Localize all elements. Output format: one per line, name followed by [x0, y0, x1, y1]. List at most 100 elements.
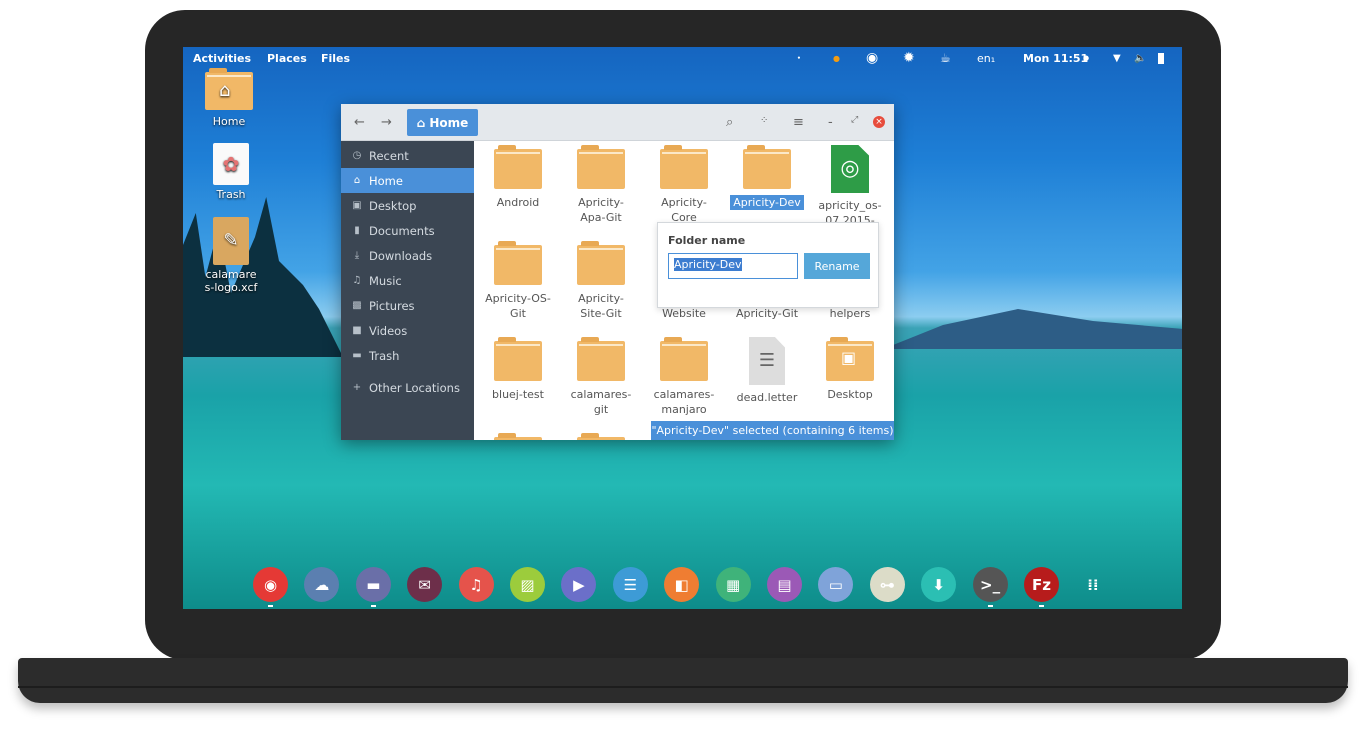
- desktop-screen: Activities Places Files • ● ◉ ✹ ☕ en₁ Mo…: [183, 47, 1182, 609]
- sidebar-label: Videos: [369, 323, 408, 338]
- file-item[interactable]: Apricity-OS- Git: [476, 237, 560, 321]
- activities-button[interactable]: Activities: [193, 52, 251, 65]
- indicator-dot-icon[interactable]: •: [797, 55, 801, 62]
- close-icon[interactable]: ×: [873, 116, 885, 128]
- sidebar-label: Trash: [369, 348, 400, 363]
- file-item[interactable]: Apricity-Dev: [725, 141, 809, 210]
- dock-writer-icon[interactable]: ☰: [612, 567, 648, 602]
- sidebar-item-other-locations[interactable]: + Other Locations: [341, 375, 474, 400]
- wifi-icon[interactable]: ▼: [1113, 53, 1121, 64]
- sidebar-item-videos[interactable]: ■ Videos: [341, 318, 474, 343]
- keyboard-layout[interactable]: en₁: [977, 52, 995, 65]
- desktop-folder-icon: ▣: [826, 337, 874, 381]
- folder-icon: [494, 145, 542, 189]
- folder-icon: [743, 145, 791, 189]
- battery-icon[interactable]: [1158, 53, 1164, 64]
- file-item[interactable]: Apricity- Apa-Git: [559, 141, 643, 225]
- running-indicator: [1039, 605, 1044, 607]
- file-item[interactable]: Android: [476, 141, 560, 210]
- folder-icon: [660, 145, 708, 189]
- folder-name-value: Apricity-Dev: [674, 258, 742, 271]
- file-item[interactable]: calamares-git: [559, 333, 643, 417]
- wallpaper-mountains: [883, 309, 1182, 349]
- location-home-button[interactable]: ⌂ Home: [407, 109, 478, 136]
- sidebar-item-downloads[interactable]: ⤓ Downloads: [341, 243, 474, 268]
- circle-indicator-icon[interactable]: ◉: [866, 50, 878, 66]
- file-label: calamares-: [653, 388, 715, 401]
- dock-calc-icon[interactable]: ▦: [715, 567, 751, 602]
- file-manager-window: ← → ⌂ Home ⌕ ⁘ ≡ - ⤢ × ◷ Recent ⌂ Home ▣ Des…: [341, 104, 894, 440]
- file-item[interactable]: ▣ Desktop: [808, 333, 892, 402]
- file-label: Apricity-: [578, 292, 624, 305]
- sidebar-item-home[interactable]: ⌂ Home: [341, 168, 474, 193]
- file-item[interactable]: calamares-manjaro: [642, 333, 726, 417]
- sidebar-item-recent[interactable]: ◷ Recent: [341, 143, 474, 168]
- file-item[interactable]: [559, 429, 643, 440]
- music-icon: ♫: [352, 275, 362, 286]
- dock-software-updater-icon[interactable]: ⬇: [921, 567, 957, 602]
- dock-chrome-icon[interactable]: ◉: [253, 567, 288, 607]
- file-item[interactable]: ◎ apricity_os- 07.2015-: [808, 141, 892, 228]
- cup-icon[interactable]: ☕: [940, 51, 951, 65]
- desktop-icon-label: Home: [212, 115, 246, 128]
- dock-mail-icon[interactable]: ✉: [407, 567, 443, 602]
- dock-terminal-icon[interactable]: >_: [972, 567, 1008, 607]
- dock-virtualbox-icon[interactable]: ▭: [818, 567, 854, 602]
- folder-name-label: Folder name: [668, 234, 746, 247]
- desktop-icon-trash[interactable]: ✿ Trash: [196, 143, 266, 201]
- file-item[interactable]: Apricity- Core: [642, 141, 726, 225]
- back-icon[interactable]: ←: [354, 115, 365, 130]
- desktop-icon-label: calamares-logo.xcf: [204, 268, 258, 294]
- files-menu[interactable]: Files: [321, 52, 350, 65]
- dock-cloud-icon[interactable]: ☁: [304, 567, 340, 602]
- file-item[interactable]: bluej-test: [476, 333, 560, 402]
- maximize-icon[interactable]: ⤢: [851, 115, 858, 125]
- sidebar-item-desktop[interactable]: ▣ Desktop: [341, 193, 474, 218]
- file-label: Desktop: [827, 388, 873, 401]
- dock-music-icon[interactable]: ♫: [458, 567, 494, 602]
- location-label: Home: [429, 115, 469, 130]
- places-menu[interactable]: Places: [267, 52, 307, 65]
- rename-button[interactable]: Rename: [804, 253, 870, 279]
- desktop-icon-home[interactable]: ⌂ Home: [194, 68, 264, 128]
- brightness-icon[interactable]: ✹: [903, 50, 915, 66]
- file-item[interactable]: [476, 429, 560, 440]
- folder-icon: [577, 145, 625, 189]
- desktop-icon: ▣: [352, 200, 362, 211]
- search-icon[interactable]: ⌕: [726, 115, 733, 130]
- dock-files-icon[interactable]: ▬: [355, 567, 391, 607]
- running-indicator: [987, 605, 993, 607]
- dock-impress-icon[interactable]: ◧: [664, 567, 700, 602]
- forward-icon[interactable]: →: [381, 115, 392, 130]
- desktop-icon-xcf[interactable]: ✎ calamares-logo.xcf: [196, 217, 266, 294]
- dock-app-grid-icon[interactable]: ⁞⁞: [1075, 567, 1110, 602]
- dock-filezilla-icon[interactable]: Fz: [1024, 567, 1059, 607]
- menu-icon[interactable]: ≡: [793, 115, 804, 130]
- header-bar: ← → ⌂ Home ⌕ ⁘ ≡ - ⤢ ×: [341, 104, 894, 141]
- sidebar-item-trash[interactable]: ▬ Trash: [341, 343, 474, 368]
- top-bar: Activities Places Files • ● ◉ ✹ ☕ en₁ Mo…: [183, 47, 1182, 69]
- file-item[interactable]: Apricity- Site-Git: [559, 237, 643, 321]
- dock: ◉ ☁ ▬ ✉ ♫ ▨ ▶ ☰ ◧ ▦ ▤ ▭ ⊶ ⬇ >_ Fz ⁞⁞: [183, 567, 1182, 607]
- dock-video-icon[interactable]: ▶: [561, 567, 597, 602]
- file-label: Apricity-: [661, 196, 707, 209]
- folder-name-input[interactable]: Apricity-Dev: [668, 253, 798, 279]
- minimize-icon[interactable]: -: [828, 115, 833, 130]
- clock[interactable]: Mon 11:51: [1023, 52, 1088, 65]
- file-label-line2: Apricity-Git: [735, 307, 799, 320]
- grid-view-icon[interactable]: ⁘: [760, 115, 768, 126]
- clock-icon: ◷: [352, 150, 362, 161]
- chrome-indicator-icon[interactable]: ●: [833, 54, 840, 63]
- sidebar-item-music[interactable]: ♫ Music: [341, 268, 474, 293]
- dock-text-editor-icon[interactable]: ▤: [767, 567, 802, 602]
- sidebar-item-pictures[interactable]: ▩ Pictures: [341, 293, 474, 318]
- sidebar: ◷ Recent ⌂ Home ▣ Desktop ▮ Documents ⤓ Downl…: [341, 141, 474, 440]
- file-label: Apricity-: [578, 196, 624, 209]
- volume-icon[interactable]: 🔈: [1134, 53, 1146, 64]
- notification-dot-icon: ●: [1083, 54, 1090, 62]
- dock-image-viewer-icon[interactable]: ▨: [510, 567, 545, 602]
- trash-icon: ✿: [213, 143, 249, 185]
- sidebar-item-documents[interactable]: ▮ Documents: [341, 218, 474, 243]
- dock-settings-toggles-icon[interactable]: ⊶: [869, 567, 905, 602]
- file-item[interactable]: ☰ dead.letter: [725, 333, 809, 405]
